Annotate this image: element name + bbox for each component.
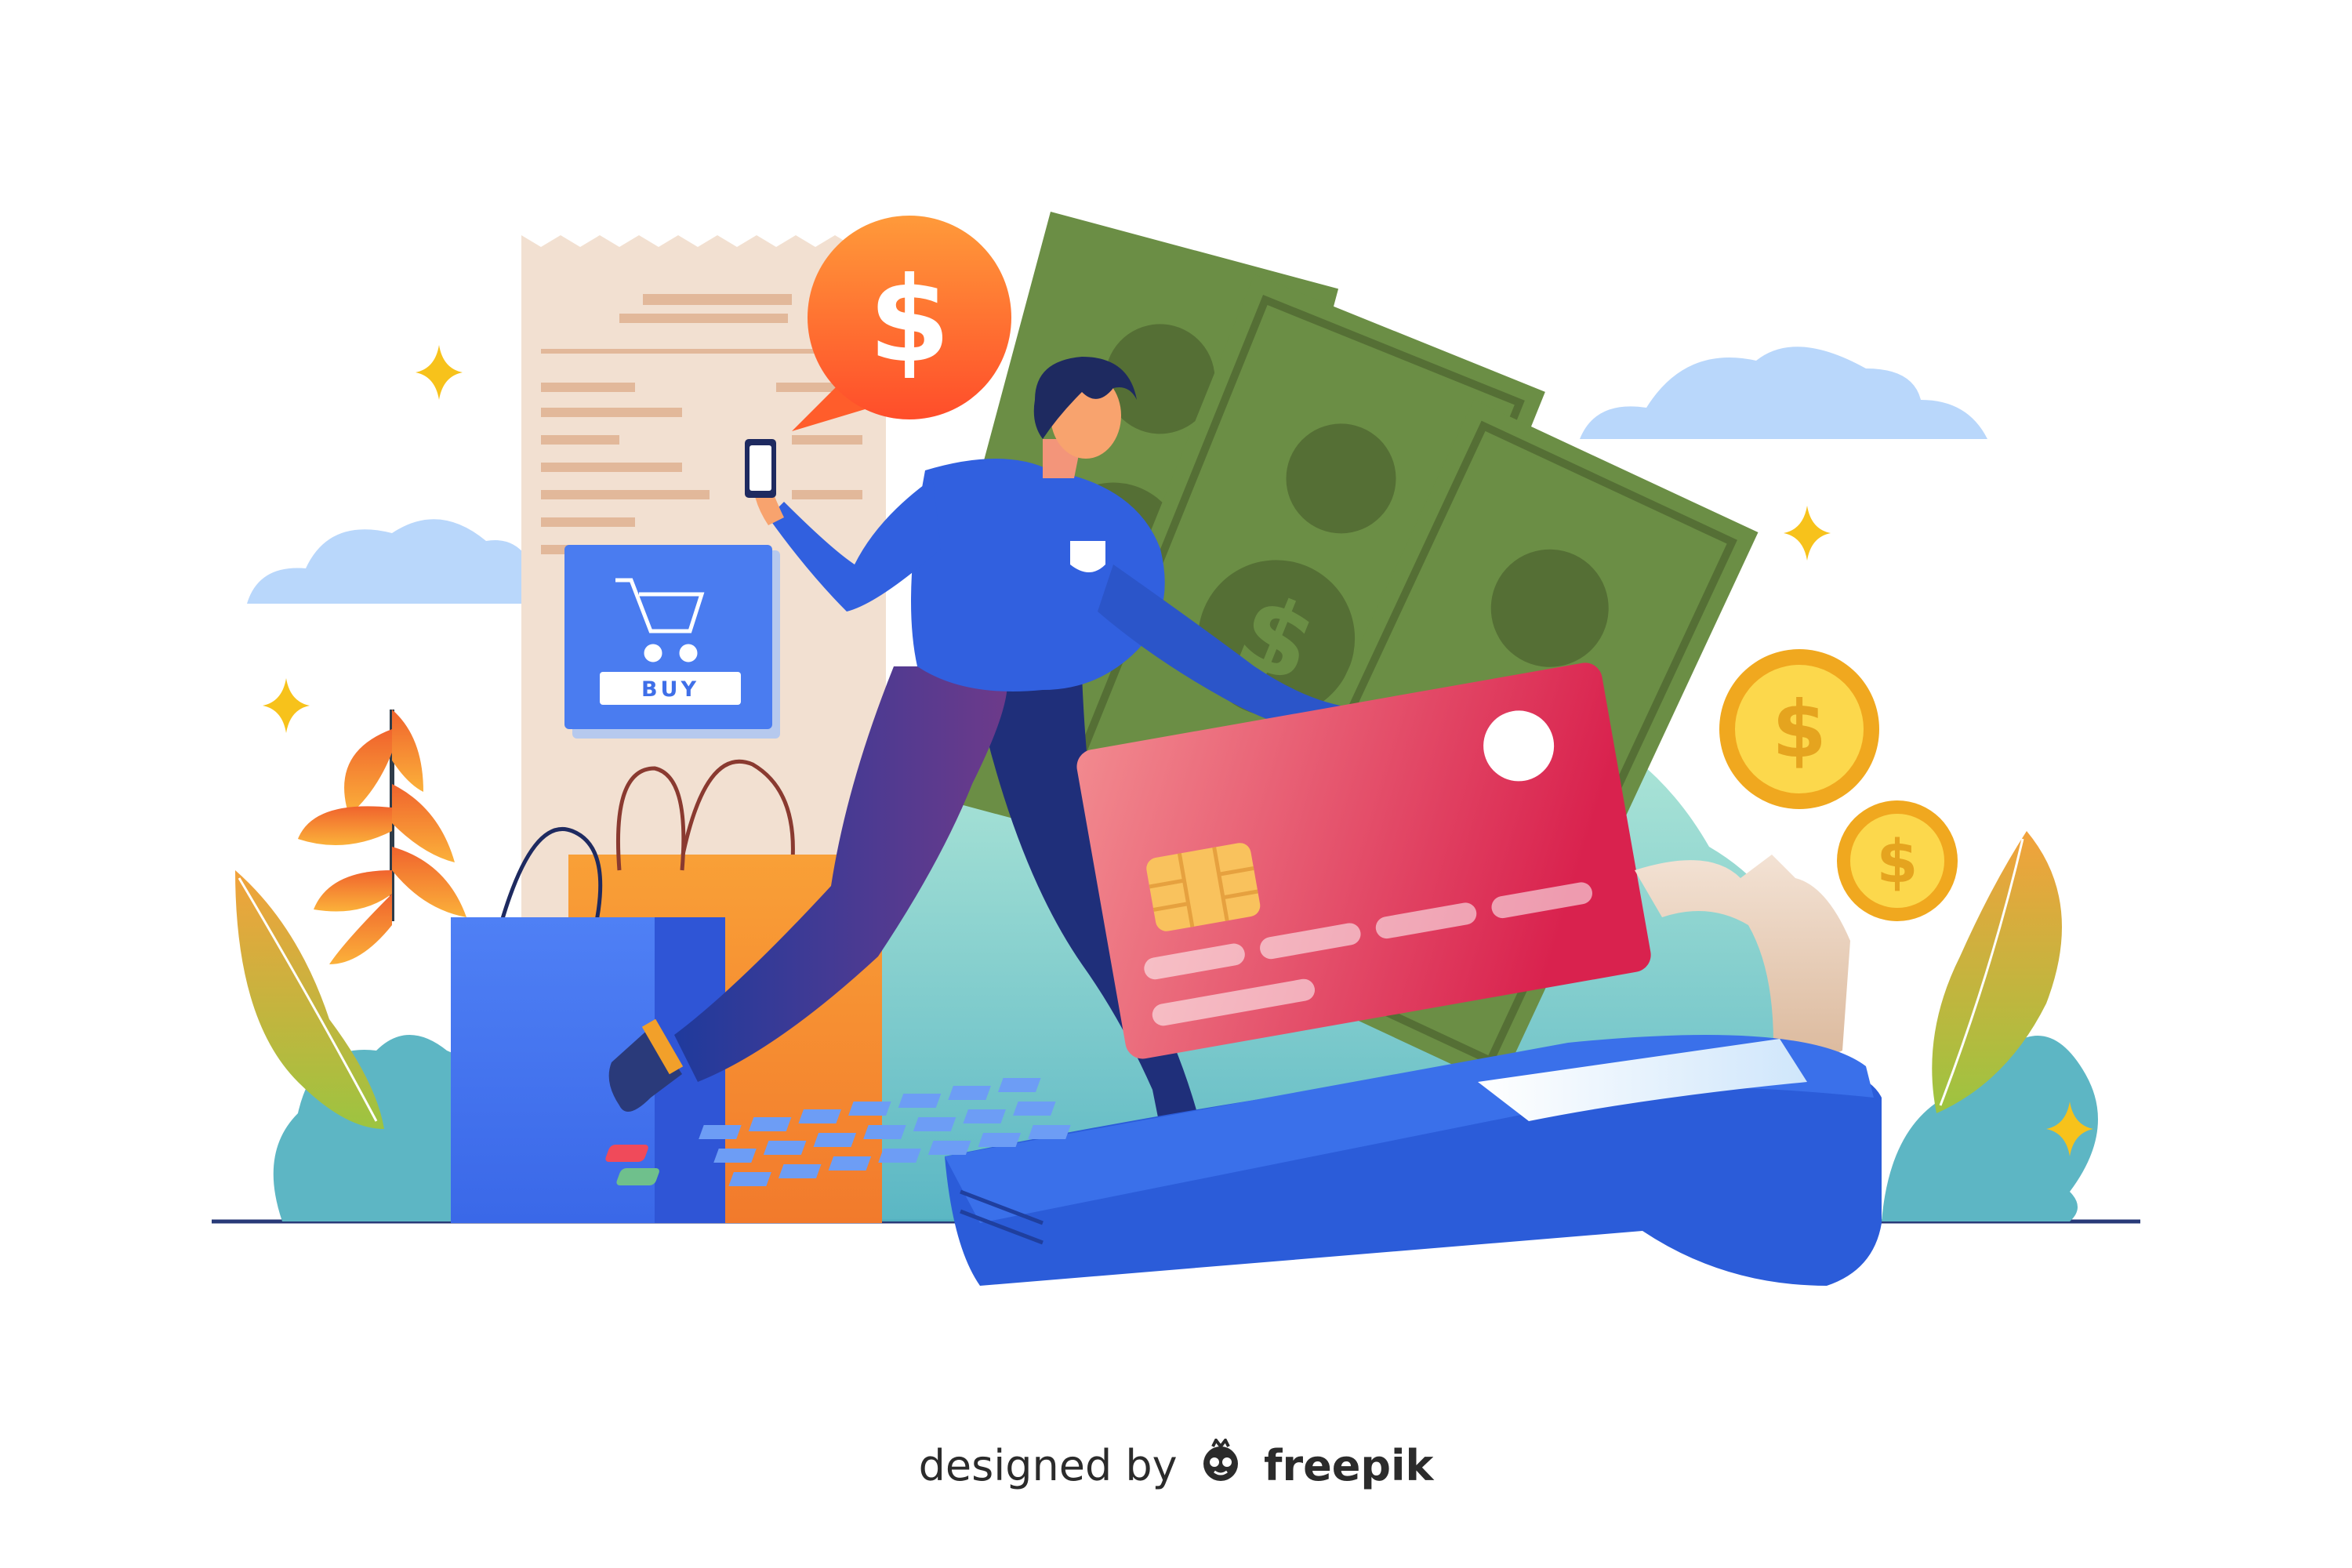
freepik-logo-icon — [1196, 1437, 1246, 1493]
leaf-icon — [298, 710, 466, 964]
buy-button-label: BUY — [641, 677, 699, 702]
svg-text:$: $ — [1877, 826, 1918, 896]
coin-icon: $ — [1719, 649, 1879, 809]
attribution: designed by freepik — [0, 1437, 2352, 1499]
credit-prefix: designed by — [918, 1441, 1178, 1491]
sparkle-icon — [1784, 506, 1831, 561]
coin-icon: $ — [1837, 800, 1958, 921]
buy-panel: BUY — [564, 545, 780, 739]
credit-brand[interactable]: freepik — [1264, 1441, 1433, 1490]
smartphone-icon — [745, 439, 776, 498]
svg-text:$: $ — [1772, 684, 1827, 775]
payment-illustration: $ $ $ BUY $ — [212, 212, 2140, 1286]
dollar-icon: $ — [869, 252, 950, 389]
cloud-icon — [247, 519, 541, 604]
sparkle-icon — [416, 345, 463, 400]
terminal-red-key — [605, 1145, 648, 1162]
terminal-green-key — [616, 1168, 659, 1185]
cloud-icon — [1580, 347, 1987, 439]
sparkle-icon — [263, 678, 310, 733]
